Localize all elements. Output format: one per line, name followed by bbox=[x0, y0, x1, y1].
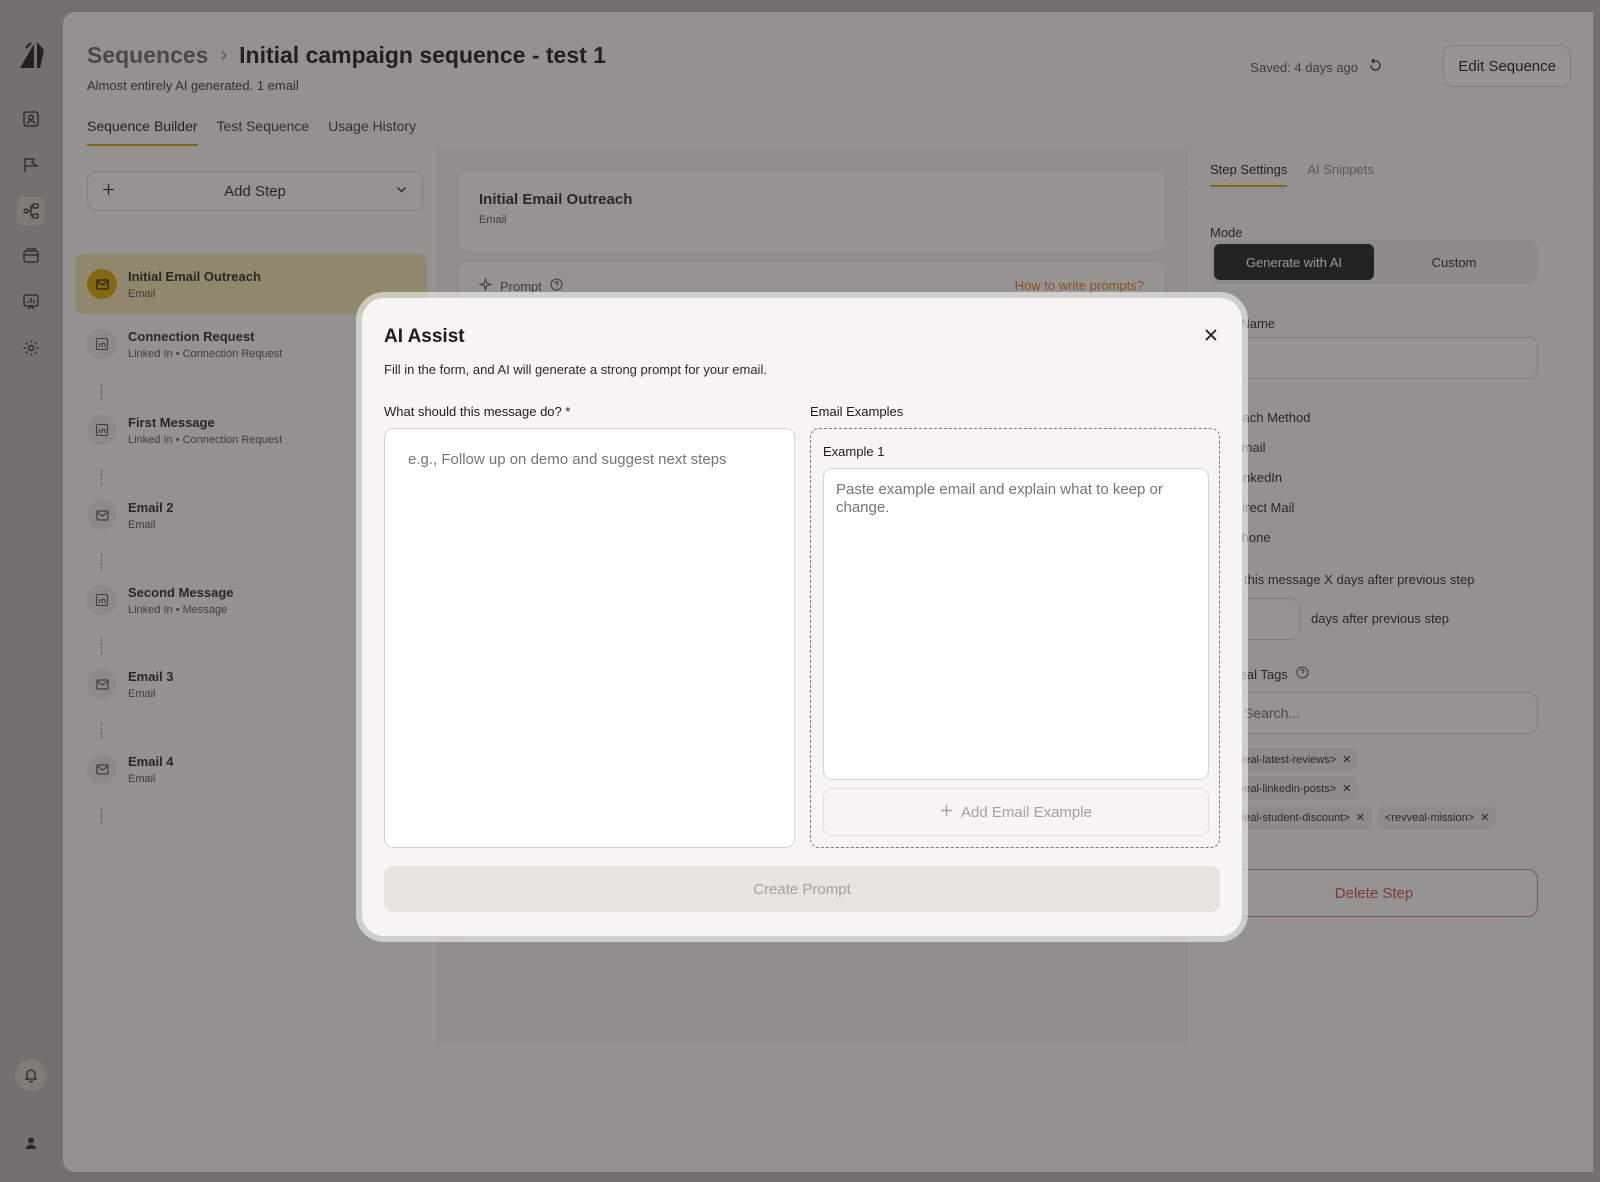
message-goal-input[interactable] bbox=[384, 428, 795, 848]
plus-icon bbox=[940, 804, 953, 821]
email-examples-label: Email Examples bbox=[810, 404, 904, 419]
modal-subtitle: Fill in the form, and AI will generate a… bbox=[384, 362, 767, 377]
message-goal-label: What should this message do? * bbox=[384, 404, 571, 419]
modal-title: AI Assist bbox=[384, 326, 465, 347]
add-email-example-button[interactable]: Add Email Example bbox=[823, 788, 1209, 836]
ai-assist-dialog: AI Assist Fill in the form, and AI will … bbox=[362, 298, 1242, 936]
ai-assist-modal: AI Assist Fill in the form, and AI will … bbox=[356, 292, 1248, 942]
close-icon[interactable] bbox=[1200, 324, 1222, 346]
create-prompt-button[interactable]: Create Prompt bbox=[384, 866, 1220, 912]
email-examples-container: Example 1 Add Email Example bbox=[810, 428, 1220, 848]
example-1-input[interactable] bbox=[823, 468, 1209, 780]
example-1-label: Example 1 bbox=[823, 444, 885, 459]
add-email-example-label: Add Email Example bbox=[961, 803, 1092, 821]
